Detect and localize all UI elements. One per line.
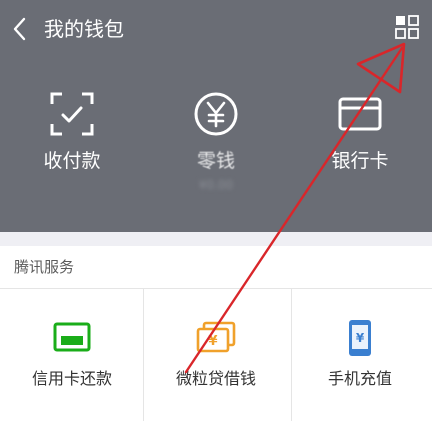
wallet-item-pay[interactable]: 收付款 [0, 90, 144, 200]
change-balance: ¥0.00 [198, 178, 234, 192]
service-weilidai-loan[interactable]: ¥ 微粒贷借钱 [144, 318, 288, 398]
section-title: 腾讯服务 [14, 258, 75, 276]
divider [0, 288, 432, 289]
wallet-item-label: 收付款 [43, 150, 101, 172]
service-credit-card-repay[interactable]: 信用卡还款 [0, 318, 144, 398]
svg-text:¥: ¥ [356, 331, 365, 345]
wallet-item-change[interactable]: 零钱 ¥0.00 [144, 90, 288, 200]
tencent-services-panel: 腾讯服务 信用卡还款 ¥ 微粒贷借钱 ¥ 手机充值 [0, 246, 432, 421]
credit-card-icon [53, 322, 91, 352]
bank-card-icon [338, 97, 382, 131]
wallet-item-label: 银行卡 [331, 150, 389, 172]
money-bill-icon: ¥ [196, 321, 236, 353]
svg-text:¥: ¥ [208, 334, 217, 349]
wallet-item-label: 零钱 [196, 150, 235, 172]
phone-yuan-icon: ¥ [349, 320, 371, 356]
yuan-coin-icon [194, 92, 238, 136]
page-title: 我的钱包 [44, 17, 124, 41]
back-icon[interactable] [10, 16, 32, 42]
wallet-header: 我的钱包 收付款 零钱 ¥0.00 银行卡 [0, 0, 432, 232]
service-label: 手机充值 [327, 369, 392, 388]
service-label: 信用卡还款 [31, 369, 112, 388]
more-grid-icon[interactable] [395, 15, 419, 39]
service-label: 微粒贷借钱 [175, 369, 256, 388]
scan-check-icon [50, 92, 94, 136]
service-phone-recharge[interactable]: ¥ 手机充值 [288, 318, 432, 398]
wallet-item-bank-card[interactable]: 银行卡 [288, 90, 432, 200]
